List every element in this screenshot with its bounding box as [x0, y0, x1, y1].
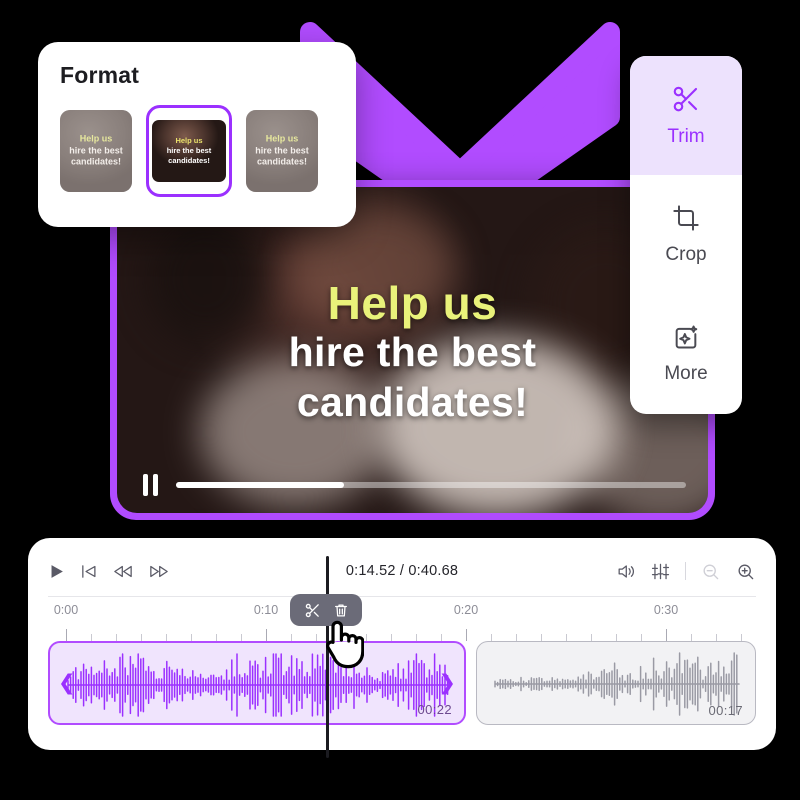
ruler-tick: [291, 634, 292, 641]
skip-to-start-icon[interactable]: [79, 563, 98, 580]
ruler-tick: [691, 634, 692, 641]
app-screenshot: Help us hire the best candidates! Format…: [0, 0, 800, 800]
thumb-caption-line-2: hire the best: [166, 145, 212, 155]
video-player-card[interactable]: Help us hire the best candidates!: [110, 180, 715, 520]
thumb-caption-line-2: hire the best: [255, 145, 309, 156]
thumbnail-caption: Help us hire the best candidates!: [246, 133, 318, 168]
timeline-ruler[interactable]: 0:00 0:10 0:20 0:30: [48, 601, 756, 641]
ruler-tick: [141, 634, 142, 641]
waveform-1: [67, 653, 451, 717]
scissors-icon[interactable]: [304, 602, 321, 619]
thumbnail-image: Help us hire the best candidates!: [152, 120, 226, 182]
ruler-tick: [466, 629, 467, 641]
ruler-tick: [66, 629, 67, 641]
tool-label-trim: Trim: [667, 125, 705, 147]
equalizer-icon[interactable]: [650, 562, 671, 581]
rewind-icon[interactable]: [112, 563, 134, 580]
zoom-out-icon[interactable]: [700, 562, 721, 581]
ruler-tick: [741, 634, 742, 641]
ruler-tick: [516, 634, 517, 641]
clip-trim-handle-right[interactable]: ❯: [438, 673, 456, 694]
ruler-tick: [591, 634, 592, 641]
timeline-clips: ❮ ❯ 00:22 00:17: [48, 641, 756, 733]
ruler-tick: [716, 634, 717, 641]
audio-clip-1[interactable]: ❮ ❯ 00:22: [48, 641, 466, 725]
video-player-controls: [117, 457, 708, 513]
clip-trim-handle-left[interactable]: ❮: [58, 673, 76, 694]
audio-clip-2[interactable]: 00:17: [476, 641, 756, 725]
ruler-tick: [91, 634, 92, 641]
zoom-in-icon[interactable]: [735, 562, 756, 581]
thumb-caption-line-3: candidates!: [70, 156, 121, 167]
timeline-panel: 0:14.52 / 0:40.68 0:00 0:10 0:20 0:30 ❮ …: [28, 538, 776, 758]
ruler-tick: [391, 634, 392, 641]
clip-context-menu: [290, 594, 362, 626]
ruler-tick: [191, 634, 192, 641]
tool-item-trim[interactable]: Trim: [630, 56, 742, 176]
format-panel: Format Help us hire the best candidates!…: [38, 42, 356, 227]
tool-item-crop[interactable]: Crop: [630, 175, 742, 294]
format-thumbnail-portrait-2[interactable]: Help us hire the best candidates!: [246, 110, 318, 192]
ruler-tick: [666, 629, 667, 641]
ruler-label: 0:30: [653, 603, 679, 617]
ruler-tick: [166, 634, 167, 641]
ruler-tick: [266, 629, 267, 641]
ruler-label: 0:10: [253, 603, 279, 617]
pause-icon[interactable]: [143, 474, 158, 496]
time-display: 0:14.52 / 0:40.68: [345, 563, 459, 579]
play-icon[interactable]: [48, 563, 65, 580]
tool-item-more[interactable]: More: [630, 295, 742, 414]
video-progress-fill: [176, 482, 345, 488]
toolbar-divider: [685, 562, 686, 580]
timeline-toolbar: 0:14.52 / 0:40.68: [48, 552, 756, 590]
sparkle-icon: [672, 323, 700, 351]
ruler-tick: [616, 634, 617, 641]
edit-tools-panel: Trim Crop More: [630, 56, 742, 414]
ruler-label: 0:00: [53, 603, 79, 617]
crop-icon: [672, 204, 700, 232]
ruler-tick: [416, 634, 417, 641]
video-frame: Help us hire the best candidates!: [117, 187, 708, 513]
ruler-tick: [491, 634, 492, 641]
playhead[interactable]: [326, 556, 329, 758]
thumb-caption-line-1: Help us: [79, 133, 113, 144]
ruler-tick: [441, 634, 442, 641]
video-bg-shape: [146, 213, 267, 344]
toolbar-separator: [48, 596, 756, 597]
thumbnail-caption: Help us hire the best candidates!: [60, 133, 132, 168]
ruler-tick: [341, 634, 342, 641]
thumb-caption-line-1: Help us: [175, 135, 203, 145]
scissors-icon: [671, 84, 701, 114]
transport-controls: [48, 563, 170, 580]
ruler-tick: [541, 634, 542, 641]
timeline-right-tools: [615, 562, 756, 581]
ruler-label: 0:20: [453, 603, 479, 617]
fast-forward-icon[interactable]: [148, 563, 170, 580]
ruler-tick: [241, 634, 242, 641]
thumb-caption-line-3: candidates!: [256, 156, 307, 167]
thumb-caption-line-2: hire the best: [69, 145, 123, 156]
clip-duration-2: 00:17: [708, 703, 743, 718]
ruler-tick: [216, 634, 217, 641]
tool-label-crop: Crop: [665, 243, 707, 265]
tool-label-more: More: [664, 363, 708, 385]
format-thumbnail-list: Help us hire the best candidates! Help u…: [60, 105, 334, 197]
ruler-tick: [316, 634, 317, 641]
ruler-tick: [366, 634, 367, 641]
thumb-caption-line-1: Help us: [265, 133, 299, 144]
clip-duration-1: 00:22: [417, 702, 452, 717]
trash-icon[interactable]: [333, 602, 349, 619]
format-panel-title: Format: [60, 62, 140, 88]
ruler-tick: [641, 634, 642, 641]
thumbnail-caption: Help us hire the best candidates!: [152, 136, 226, 166]
ruler-tick: [116, 634, 117, 641]
video-progress-bar[interactable]: [176, 482, 686, 488]
format-thumbnail-landscape-selected[interactable]: Help us hire the best candidates!: [146, 105, 232, 197]
format-thumbnail-portrait-1[interactable]: Help us hire the best candidates!: [60, 110, 132, 192]
thumb-caption-line-3: candidates!: [168, 156, 210, 166]
ruler-tick: [566, 634, 567, 641]
volume-icon[interactable]: [615, 562, 636, 581]
